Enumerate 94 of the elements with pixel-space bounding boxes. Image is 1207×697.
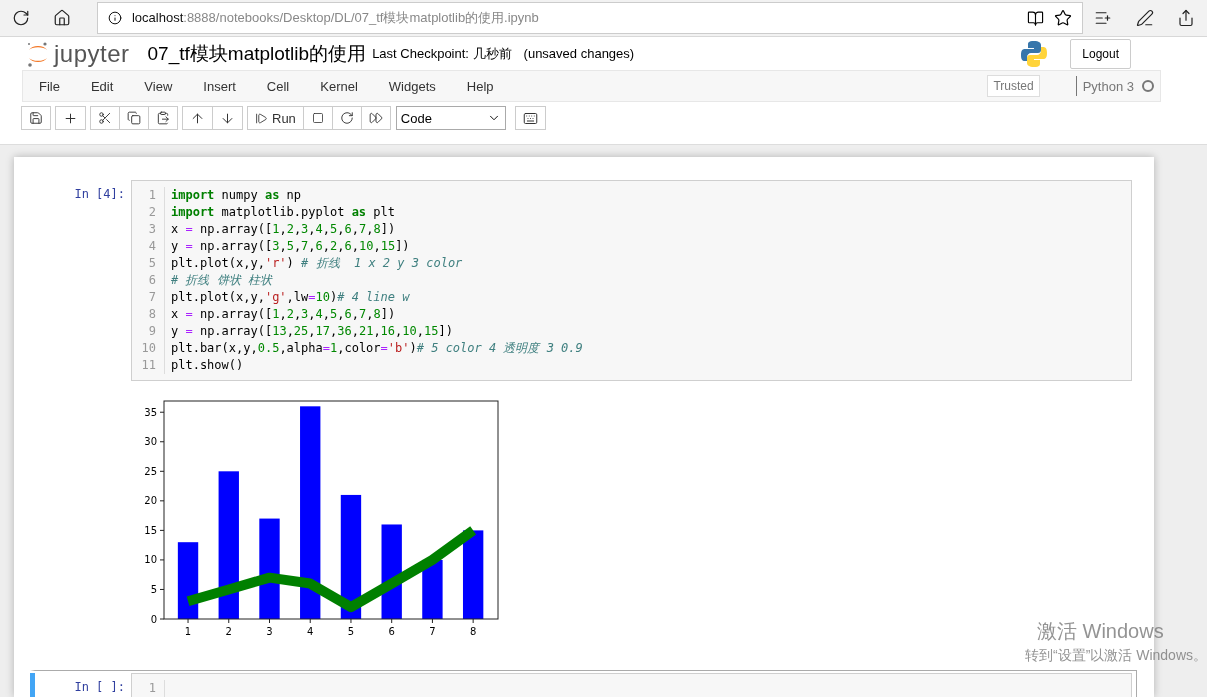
code-line: plt.plot(x,y,'r') # 折线 1 x 2 y 3 color [171,255,464,272]
code-line: import matplotlib.pyplot as plt [171,204,396,221]
home-icon [53,9,72,27]
x-tick-label: 2 [225,626,232,637]
x-tick-label: 1 [184,626,192,637]
address-bar[interactable]: localhost:8888/notebooks/Desktop/DL/07_tf模块matplotlib的使用.ipynb [96,2,1083,34]
activation-title: 激活 Windows [1037,619,1164,644]
x-tick-label: 7 [429,626,436,637]
x-tick-label: 4 [307,626,314,637]
menu-item[interactable]: Cell [254,71,302,101]
y-tick-label: 5 [150,583,157,595]
line-number: 5 [147,255,157,272]
x-tick-label: 6 [388,626,395,637]
line-number: 4 [147,238,157,255]
copy-button[interactable] [119,106,149,130]
info-icon [107,11,122,25]
restart-button[interactable] [331,106,362,130]
line-number: 11 [140,357,157,374]
y-tick-label: 0 [150,613,157,625]
input-prompt: In [ ]: [73,679,126,696]
kernel-name: Python 3 [1075,76,1134,96]
menu-item[interactable]: View [132,71,185,101]
logo-text: jupyter [54,39,130,68]
menu-item[interactable]: File [27,71,72,101]
paste-icon [156,111,170,125]
menu-item[interactable]: Kernel [308,71,370,101]
y-tick-label: 35 [144,406,157,418]
stop-button[interactable] [302,106,333,130]
list-star-icon [1094,9,1113,27]
code-line: y = np.array([13,25,17,36,21,16,10,15]) [171,323,454,340]
python-logo-icon [1020,39,1049,68]
refresh-icon [11,9,30,27]
keyboard-button[interactable] [514,106,546,130]
line-number: 10 [140,340,157,357]
checkpoint-text: Last Checkpoint: 几秒前 [372,44,512,63]
y-tick-label: 15 [144,524,157,536]
stop-icon [311,112,324,124]
copy-icon [127,111,141,125]
code-editor[interactable] [131,180,1132,381]
line-number: 1 [147,680,157,697]
code-line: plt.plot(x,y,'g',lw=10)# 4 line w [171,289,411,306]
book-icon [1026,9,1044,27]
plus-icon [63,110,78,126]
line-number: 1 [147,187,157,204]
menu-item[interactable]: Insert [191,71,248,101]
save-status: (unsaved changes) [523,46,635,61]
pen-icon [1135,9,1154,27]
input-prompt: In [4]: [73,186,126,203]
code-line: x = np.array([1,2,3,4,5,6,7,8]) [171,221,397,238]
code-line: import numpy as np [171,187,303,204]
line-number: 8 [147,306,157,323]
y-tick-label: 25 [144,465,157,477]
cut-button[interactable] [90,106,120,130]
logout-button[interactable]: Logout [1070,38,1131,69]
run-all-button[interactable] [360,106,391,130]
line-number: 2 [147,204,157,221]
notebook-title[interactable]: 07_tf模块matplotlib的使用 [147,40,367,67]
restart-icon [339,111,354,125]
code-line: plt.show() [171,357,245,374]
insert-cell-button[interactable] [55,106,86,130]
line-number: 6 [147,272,157,289]
save-button[interactable] [21,106,51,130]
activation-subtitle: 转到“设置”以激活 Windows。 [1025,647,1207,665]
x-tick-label: 3 [266,626,273,637]
menu-item[interactable]: Help [454,71,506,101]
url-text: localhost:8888/notebooks/Desktop/DL/07_tf模块matplotlib的使用.ipynb [131,9,540,27]
scissors-icon [98,111,112,125]
menu-item[interactable]: Widgets [376,71,448,101]
star-icon [1053,9,1072,27]
arrow-down-icon [220,110,235,126]
save-icon [29,111,43,125]
y-tick-label: 30 [144,436,157,448]
x-tick-label: 8 [469,626,477,637]
share-icon [1177,9,1196,27]
step-forward-icon [255,111,268,125]
trusted-indicator[interactable]: Trusted [987,75,1040,97]
line-number: 3 [147,221,157,238]
line-number: 9 [147,323,157,340]
keyboard-icon [522,110,538,126]
code-line: plt.bar(x,y,0.5,alpha=1,color='b')# 5 color 4 透明度 3 0.9 [171,340,583,357]
x-tick-label: 5 [347,626,355,637]
y-tick-label: 10 [144,554,157,566]
line-number: 7 [147,289,157,306]
run-button[interactable]: Run [247,106,304,130]
move-up-button[interactable] [182,106,213,130]
cell-type-select[interactable]: Code [395,106,506,130]
move-down-button[interactable] [212,106,243,130]
code-line: # 折线 饼状 柱状 [171,272,274,289]
fast-forward-icon [368,111,383,125]
code-line: y = np.array([3,5,7,6,2,6,10,15]) [171,238,411,255]
code-line: x = np.array([1,2,3,4,5,6,7,8]) [171,306,397,323]
y-tick-label: 20 [144,495,157,507]
paste-button[interactable] [148,106,178,130]
menu-item[interactable]: Edit [78,71,126,101]
